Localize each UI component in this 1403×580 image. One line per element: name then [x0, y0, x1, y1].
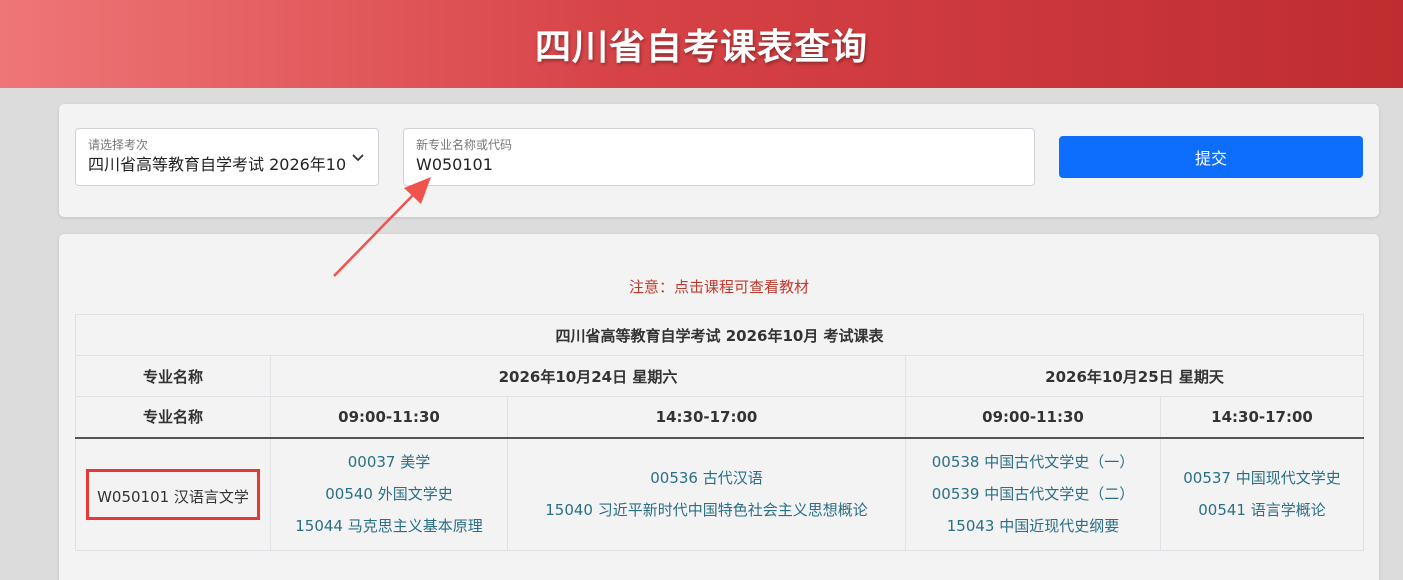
course-link[interactable]: 00536 古代汉语	[508, 462, 905, 494]
major-input-label: 新专业名称或代码	[416, 138, 513, 152]
major-header: 专业名称	[75, 396, 271, 439]
course-link[interactable]: 00540 外国文学史	[271, 478, 507, 510]
major-cell: W050101 汉语言文学	[75, 437, 271, 551]
course-link[interactable]: 00537 中国现代文学史	[1161, 462, 1363, 494]
time-header: 09:00-11:30	[905, 396, 1161, 439]
date-header-2: 2026年10月25日 星期天	[904, 355, 1365, 397]
table-title: 四川省高等教育自学考试 2026年10月 考试课表	[74, 314, 1365, 356]
exam-select-value: 四川省高等教育自学考试 2026年10	[88, 155, 347, 174]
time-header: 14:30-17:00	[1159, 396, 1365, 439]
slot-cell: 00537 中国现代文学史 00541 语言学概论	[1159, 437, 1365, 551]
submit-button[interactable]: 提交	[1059, 136, 1363, 178]
major-input-value: W050101	[416, 155, 493, 174]
schedule-table: 四川省高等教育自学考试 2026年10月 考试课表 专业名称 2026年10月2…	[74, 314, 1365, 551]
time-header: 14:30-17:00	[507, 396, 906, 439]
date-header-1: 2026年10月24日 星期六	[270, 355, 906, 397]
time-header: 09:00-11:30	[270, 396, 508, 439]
exam-select-label: 请选择考次	[88, 138, 149, 152]
course-link[interactable]: 00541 语言学概论	[1161, 494, 1363, 526]
table-row: W050101 汉语言文学 00037 美学 00540 外国文学史 15044…	[75, 437, 1365, 551]
course-link[interactable]: 15044 马克思主义基本原理	[271, 510, 507, 542]
slot-cell: 00536 古代汉语 15040 习近平新时代中国特色社会主义思想概论	[507, 437, 906, 551]
slot-cell: 00037 美学 00540 外国文学史 15044 马克思主义基本原理	[270, 437, 508, 551]
course-link[interactable]: 00037 美学	[271, 446, 507, 478]
notice-text: 注意：点击课程可查看教材	[628, 278, 809, 296]
chevron-down-icon	[352, 154, 364, 162]
major-input[interactable]: 新专业名称或代码 W050101	[403, 128, 1035, 186]
course-link[interactable]: 00538 中国古代文学史（一）	[906, 446, 1160, 478]
page-header: 四川省自考课表查询	[0, 0, 1403, 88]
course-link[interactable]: 15043 中国近现代史纲要	[906, 510, 1160, 542]
course-link[interactable]: 15040 习近平新时代中国特色社会主义思想概论	[508, 494, 905, 526]
exam-select[interactable]: 请选择考次 四川省高等教育自学考试 2026年10	[75, 128, 379, 186]
slot-cell: 00538 中国古代文学史（一） 00539 中国古代文学史（二） 15043 …	[905, 437, 1161, 551]
major-header: 专业名称	[75, 355, 271, 397]
course-link[interactable]: 00539 中国古代文学史（二）	[906, 478, 1160, 510]
schedule-panel: 注意：点击课程可查看教材 四川省高等教育自学考试 2026年10月 考试课表 专…	[59, 234, 1379, 580]
query-form: 请选择考次 四川省高等教育自学考试 2026年10 新专业名称或代码 W0501…	[59, 104, 1379, 217]
page-title: 四川省自考课表查询	[534, 27, 868, 68]
major-name-highlight: W050101 汉语言文学	[86, 468, 260, 520]
